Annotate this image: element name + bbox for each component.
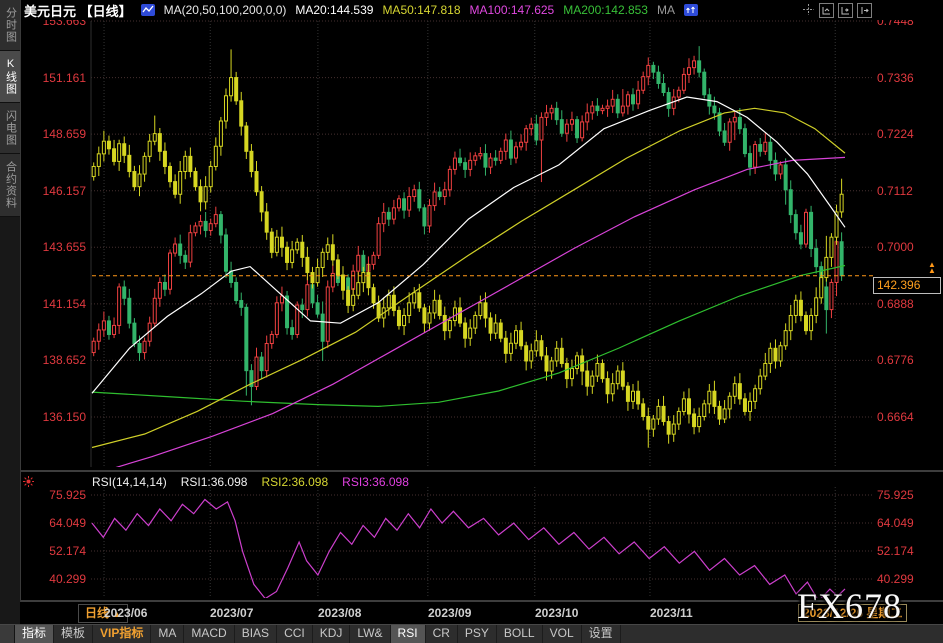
- sidebar-tab-label: 分时图: [4, 7, 17, 43]
- left-axis-label: 143.655: [24, 240, 86, 254]
- toolbar-item-settings[interactable]: 设置: [582, 625, 621, 643]
- date-tick: 2023/08: [318, 606, 361, 620]
- sidebar-tab-contract-info[interactable]: 合约资料: [0, 154, 20, 217]
- rsi-right-label: 75.925: [877, 488, 914, 502]
- sidebar-tab-label: 闪电图: [4, 110, 17, 146]
- ma-formula: MA(20,50,100,200,0,0): [164, 3, 287, 17]
- price-marker-icon: ▲▲: [928, 262, 936, 274]
- left-axis-label: 136.150: [24, 410, 86, 424]
- toolbar-item-rsi[interactable]: RSI: [391, 625, 426, 643]
- ma50-value: MA50:147.818: [382, 3, 460, 17]
- toolbar-item-templates[interactable]: 模板: [54, 625, 93, 643]
- rsi-right-label: 40.299: [877, 572, 914, 586]
- toolbar-item-bias[interactable]: BIAS: [235, 625, 277, 643]
- chart-tool-icons: [802, 3, 872, 18]
- date-tick: 2023/11: [650, 606, 693, 620]
- toolbar-item-lw[interactable]: LW&: [350, 625, 390, 643]
- ma100-value: MA100:147.625: [470, 3, 555, 17]
- toolbar-item-vol[interactable]: VOL: [543, 625, 582, 643]
- rsi2-value: RSI2:36.098: [261, 475, 328, 489]
- right-axis-label: 0.7000: [877, 240, 914, 254]
- toolbar-item-ma[interactable]: MA: [151, 625, 184, 643]
- right-axis-label: 0.6664: [877, 410, 914, 424]
- date-tick: 2023/06: [104, 606, 147, 620]
- pane-shift-icon[interactable]: [857, 3, 872, 18]
- move-crosshair-icon[interactable]: [802, 3, 815, 16]
- rsi-right-label: 64.049: [877, 516, 914, 530]
- overlay-chart-icon[interactable]: [141, 4, 155, 16]
- rsi-left-label: 40.299: [24, 572, 86, 586]
- axis-scale-right-icon[interactable]: [838, 3, 853, 18]
- right-axis-label: 0.7112: [877, 184, 913, 198]
- fx678-watermark: FX678: [797, 588, 902, 624]
- date-tick: 2023/10: [535, 606, 578, 620]
- panel-divider[interactable]: [20, 470, 943, 472]
- rsi-right-label: 52.174: [877, 544, 914, 558]
- toolbar-item-indicators[interactable]: 指标: [15, 625, 54, 643]
- ma-settings-icon[interactable]: [684, 4, 698, 16]
- sidebar-tab-kline-chart[interactable]: K线图: [0, 51, 20, 103]
- rsi-left-label: 52.174: [24, 544, 86, 558]
- rsi-formula: RSI(14,14,14): [92, 475, 167, 489]
- ma200-value: MA200:142.853: [563, 3, 648, 17]
- right-axis-label: 0.6888: [877, 297, 914, 311]
- trading-app-window: 美元日元 【日线】 MA(20,50,100,200,0,0) MA20:144…: [0, 0, 943, 643]
- toolbar-item-macd[interactable]: MACD: [184, 625, 234, 643]
- toolbar-item-cci[interactable]: CCI: [277, 625, 313, 643]
- toolbar-item-cr[interactable]: CR: [426, 625, 458, 643]
- price-chart-canvas[interactable]: [0, 0, 943, 643]
- sidebar-tab-time-chart[interactable]: 分时图: [0, 0, 20, 51]
- left-axis-label: 146.157: [24, 184, 86, 198]
- sidebar-tab-lightning-chart[interactable]: 闪电图: [0, 103, 20, 154]
- left-axis-label: 138.652: [24, 353, 86, 367]
- rsi-left-label: 64.049: [24, 516, 86, 530]
- right-axis-label: 0.7224: [877, 127, 914, 141]
- sidebar-tab-label: K线图: [4, 58, 17, 95]
- rsi1-value: RSI1:36.098: [181, 475, 248, 489]
- left-axis-label: 148.659: [24, 127, 86, 141]
- rsi-left-label: 75.925: [24, 488, 86, 502]
- ma20-value: MA20:144.539: [295, 3, 373, 17]
- left-axis-label: 141.154: [24, 297, 86, 311]
- indicator-toolbar: 指标 模板 VIP指标 MA MACD BIAS CCI KDJ LW& RSI…: [0, 624, 943, 643]
- toolbar-item-psy[interactable]: PSY: [458, 625, 497, 643]
- axis-scale-up-icon[interactable]: [819, 3, 834, 18]
- right-axis-label: 0.6776: [877, 353, 914, 367]
- right-axis-label: 0.7336: [877, 71, 914, 85]
- instrument-title: 美元日元 【日线】: [24, 1, 132, 20]
- sidebar-tab-label: 合约资料: [4, 161, 17, 209]
- left-axis-label: 151.161: [24, 71, 86, 85]
- ma-suffix-label: MA: [657, 3, 675, 17]
- toolbar-item-vip[interactable]: VIP指标: [93, 625, 151, 643]
- sidebar: 分时图 K线图 闪电图 合约资料: [0, 0, 21, 625]
- toolbar-item-kdj[interactable]: KDJ: [313, 625, 351, 643]
- toolbar-grip[interactable]: [0, 625, 15, 643]
- date-tick: 2023/07: [210, 606, 253, 620]
- current-price-badge: 142.396: [873, 277, 941, 294]
- rsi3-value: RSI3:36.098: [342, 475, 409, 489]
- date-tick: 2023/09: [428, 606, 471, 620]
- rsi-header: RSI(14,14,14) RSI1:36.098 RSI2:36.098 RS…: [92, 475, 409, 489]
- toolbar-item-boll[interactable]: BOLL: [497, 625, 543, 643]
